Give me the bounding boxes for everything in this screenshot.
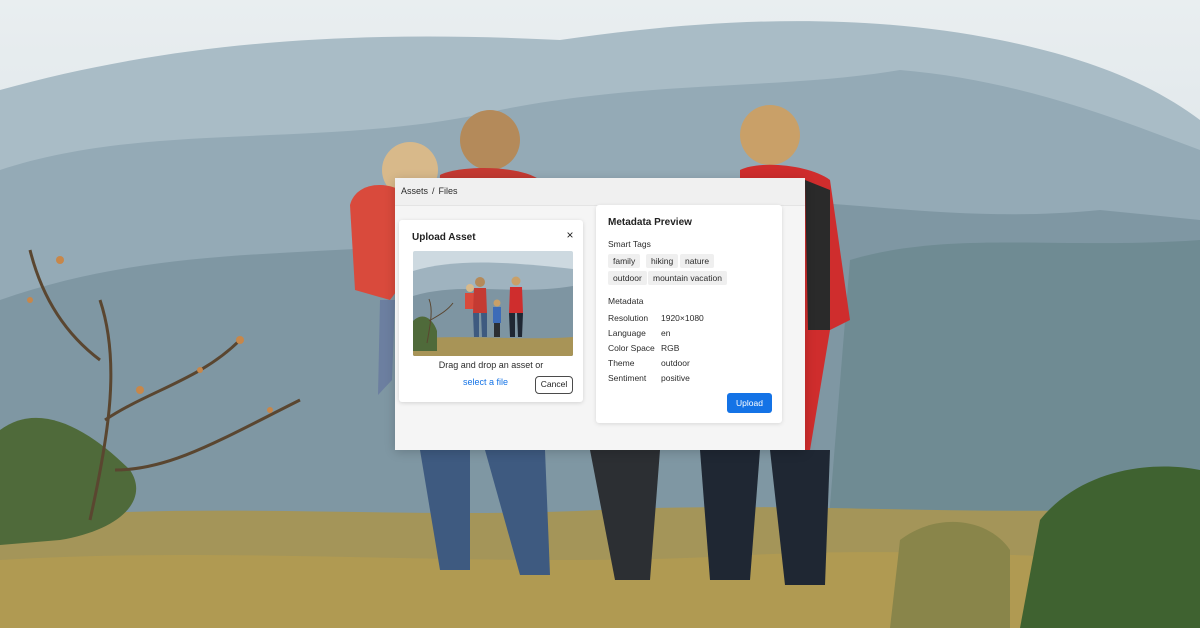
background-photo: Assets / Files Upload Asset × Drag and d… <box>0 0 1200 628</box>
close-icon[interactable]: × <box>563 228 577 242</box>
metadata-key: Resolution <box>608 313 649 323</box>
breadcrumb: Assets / Files <box>401 186 458 196</box>
upload-button[interactable]: Upload <box>727 393 772 413</box>
upload-dialog-title: Upload Asset <box>412 232 476 243</box>
metadata-value: RGB <box>661 343 680 353</box>
smart-tags-label: Smart Tags <box>608 239 651 249</box>
metadata-key: Theme <box>608 358 635 368</box>
app-window: Assets / Files Upload Asset × Drag and d… <box>395 178 805 450</box>
metadata-preview-title: Metadata Preview <box>608 217 692 228</box>
metadata-value: outdoor <box>661 358 690 368</box>
metadata-key: Language <box>608 328 646 338</box>
smart-tag[interactable]: family <box>608 254 641 268</box>
metadata-key: Sentiment <box>608 373 647 383</box>
metadata-value: positive <box>661 373 690 383</box>
breadcrumb-separator: / <box>432 186 435 196</box>
metadata-key: Color Space <box>608 343 655 353</box>
smart-tag[interactable]: hiking <box>646 254 679 268</box>
smart-tag[interactable]: mountain vacation <box>648 271 727 285</box>
smart-tag[interactable]: outdoor <box>608 271 647 285</box>
metadata-value: 1920×1080 <box>661 313 704 323</box>
upload-preview-image[interactable] <box>413 251 573 356</box>
smart-tag[interactable]: nature <box>680 254 715 268</box>
breadcrumb-files[interactable]: Files <box>439 186 458 196</box>
metadata-preview-panel: Metadata Preview Smart Tags family hikin… <box>596 205 782 423</box>
cancel-button[interactable]: Cancel <box>535 376 573 394</box>
preview-thumbnail <box>413 251 573 356</box>
metadata-section-label: Metadata <box>608 296 644 306</box>
metadata-value: en <box>661 328 671 338</box>
upload-asset-dialog: Upload Asset × Drag and drop an asset or… <box>399 220 583 402</box>
drop-zone-text: Drag and drop an asset or <box>438 360 544 370</box>
app-header: Assets / Files <box>395 178 805 206</box>
breadcrumb-assets[interactable]: Assets <box>401 186 428 196</box>
select-file-link[interactable]: select a file <box>463 377 508 387</box>
